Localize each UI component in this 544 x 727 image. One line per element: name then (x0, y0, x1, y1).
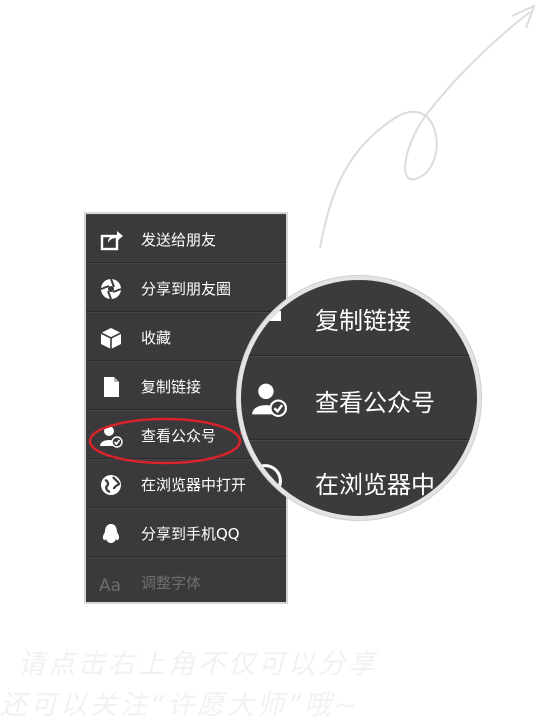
cube-icon (100, 328, 122, 349)
zoom-label: 查看公众号 (315, 389, 435, 417)
menu-item-label: 调整字体 (141, 574, 202, 592)
menu-item-label: 复制链接 (141, 378, 202, 396)
caption-line-1: 请点击右上角不仅可以分享 (18, 649, 378, 680)
zoom-row-copy-link: 复制链接 (241, 280, 477, 356)
zoom-row-view-official-account: 查看公众号 (241, 356, 477, 440)
magnified-view: 复制链接 查看公众号 在浏览器中 (237, 276, 481, 520)
menu-item-label: 收藏 (141, 329, 172, 347)
zoom-row-open-in-browser: 在浏览器中 (241, 440, 477, 516)
menu-item-adjust-font[interactable]: Aa 调整字体 (86, 557, 286, 602)
globe-icon (101, 475, 121, 495)
zoom-label: 在浏览器中 (315, 471, 435, 499)
menu-item-label: 查看公众号 (141, 427, 217, 445)
menu-item-send-to-friend[interactable]: 发送给朋友 (86, 214, 286, 263)
font-aa-icon: Aa (99, 576, 121, 596)
document-icon (267, 311, 281, 321)
zoom-label: 复制链接 (315, 307, 411, 335)
document-icon (104, 377, 119, 397)
user-check-icon (252, 383, 287, 417)
menu-item-label: 在浏览器中打开 (141, 476, 247, 494)
menu-item-label: 分享到朋友圈 (141, 280, 232, 298)
share-out-icon (100, 231, 123, 251)
user-check-icon (100, 426, 123, 448)
caption-line-2: 还可以关注“许愿大师”哦~ (0, 690, 360, 721)
qq-penguin-icon (102, 524, 120, 543)
svg-text:Aa: Aa (99, 576, 121, 596)
menu-item-label: 分享到手机QQ (141, 525, 240, 543)
globe-icon (248, 464, 282, 498)
aperture-icon (100, 278, 122, 300)
menu-item-label: 发送给朋友 (141, 231, 217, 249)
